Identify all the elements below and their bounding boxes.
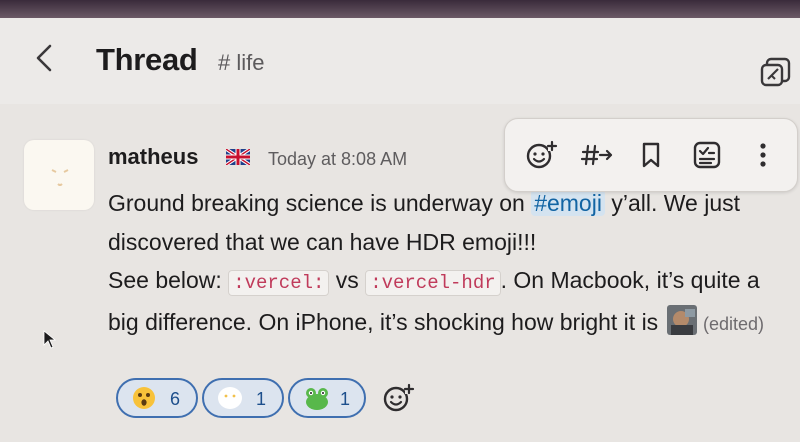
page-title: Thread <box>96 42 198 77</box>
avatar-face-icon <box>51 169 69 186</box>
window-top-bar <box>0 0 800 18</box>
popout-button[interactable] <box>758 54 794 90</box>
author-name[interactable]: matheus <box>108 144 198 170</box>
add-reaction-icon <box>383 383 415 412</box>
thread-header: Thread # life <box>0 18 800 105</box>
frog-emoji-icon <box>306 388 328 410</box>
uk-flag-icon <box>226 149 250 165</box>
add-reaction-button[interactable] <box>380 380 416 416</box>
inline-code: :vercel: <box>228 270 330 296</box>
astonished-face-icon <box>133 387 155 409</box>
vercel-emoji-icon <box>218 387 242 409</box>
photo-emoji-icon <box>666 304 697 335</box>
reaction-frog[interactable]: 1 <box>288 378 366 418</box>
channel-name[interactable]: # life <box>218 50 264 76</box>
message-actions-toolbar <box>504 118 798 192</box>
more-actions-icon <box>760 143 766 167</box>
message-text: See below: <box>108 267 229 293</box>
add-reaction-icon <box>526 140 558 169</box>
avatar[interactable] <box>24 140 94 210</box>
reaction-count: 1 <box>256 389 267 409</box>
message-text: Ground breaking science is underway on <box>108 190 532 216</box>
channel-mention-link[interactable]: #emoji <box>531 190 605 216</box>
reply-in-thread-button[interactable] <box>579 137 615 173</box>
message-body: Ground breaking science is underway on #… <box>108 184 788 343</box>
bookmark-icon <box>642 142 660 168</box>
reply-in-thread-icon <box>580 144 613 166</box>
reaction-vercel[interactable]: 1 <box>202 378 284 418</box>
timestamp[interactable]: Today at 8:08 AM <box>268 149 407 170</box>
more-actions-button[interactable] <box>745 137 781 173</box>
mark-unread-button[interactable] <box>689 137 725 173</box>
reaction-count: 6 <box>170 389 181 409</box>
reaction-count: 1 <box>340 389 351 409</box>
chevron-left-icon <box>36 44 52 72</box>
bookmark-button[interactable] <box>633 137 669 173</box>
back-button[interactable] <box>28 40 64 76</box>
edited-label: (edited) <box>702 313 764 334</box>
reaction-astonished[interactable]: 6 <box>116 378 198 418</box>
popout-icon <box>760 57 791 87</box>
toolbar-add-reaction-button[interactable] <box>523 137 559 173</box>
mouse-cursor-icon <box>43 330 57 349</box>
inline-code: :vercel-hdr <box>365 270 501 296</box>
mark-unread-icon <box>693 141 721 169</box>
message-text: vs <box>329 267 366 293</box>
